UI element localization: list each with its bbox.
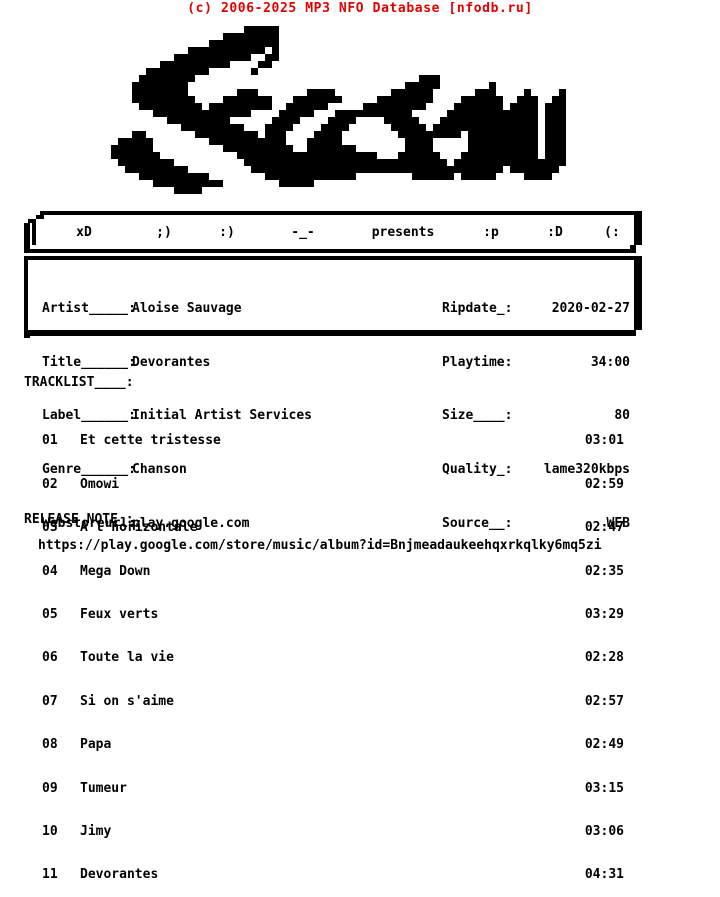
value-artist: Aloise Sauvage xyxy=(132,301,242,317)
track-title: Tumeur xyxy=(80,780,127,796)
presents-label: presents xyxy=(371,224,435,240)
release-note-heading: RELEASE NOTE_: xyxy=(24,512,134,527)
table-row: 06 Toute la vie 02:28 xyxy=(24,650,642,666)
table-row: 09 Tumeur 03:15 xyxy=(24,780,642,796)
box-corner-step xyxy=(40,211,642,215)
track-number: 01 xyxy=(42,433,58,449)
track-number: 10 xyxy=(42,823,58,839)
info-box-right-border xyxy=(634,256,642,330)
table-row: 10 Jimy 03:06 xyxy=(24,823,642,839)
track-duration: 02:35 xyxy=(584,563,624,579)
sceau-logo xyxy=(97,26,580,194)
box-bottom-border xyxy=(30,249,636,253)
tracklist-section: TRACKLIST____: 01 Et cette tristesse 03:… xyxy=(24,346,642,897)
table-row: 04 Mega Down 02:35 xyxy=(24,563,642,579)
track-number: 07 xyxy=(42,693,58,709)
track-duration: 03:01 xyxy=(584,433,624,449)
track-duration: 02:57 xyxy=(584,693,624,709)
emoticon-tongue: :p xyxy=(483,224,499,240)
track-title: Mega Down xyxy=(80,563,151,579)
emoticon-wink: ;) xyxy=(156,224,172,240)
track-duration: 03:29 xyxy=(584,606,624,622)
track-number: 05 xyxy=(42,606,58,622)
track-number: 02 xyxy=(42,476,58,492)
track-number: 04 xyxy=(42,563,58,579)
label-ripdate: Ripdate_: xyxy=(442,301,513,317)
value-ripdate: 2020-02-27 xyxy=(551,301,630,317)
emoticon-lsmile: (: xyxy=(604,224,620,240)
emoticon-smile: :) xyxy=(219,224,235,240)
sceau-logo-svg xyxy=(111,26,566,194)
track-number: 09 xyxy=(42,780,58,796)
presents-emoticon-row: xD ;) :) -_- presents :p :D (: xyxy=(36,219,638,245)
table-row: 02 Omowi 02:59 xyxy=(24,476,642,492)
emoticon-grin: :D xyxy=(547,224,563,240)
track-duration: 03:15 xyxy=(584,780,624,796)
track-title: A l'horizontale xyxy=(80,520,198,536)
track-duration: 02:28 xyxy=(584,650,624,666)
nfo-database-copyright: (c) 2006-2025 MP3 NFO Database [nfodb.ru… xyxy=(187,1,533,16)
track-number: 06 xyxy=(42,650,58,666)
track-title: Devorantes xyxy=(80,867,159,883)
track-title: Omowi xyxy=(80,476,120,492)
track-number: 08 xyxy=(42,737,58,753)
table-row: 07 Si on s'aime 02:57 xyxy=(24,693,642,709)
track-title: Papa xyxy=(80,737,112,753)
track-title: Et cette tristesse xyxy=(80,433,221,449)
info-row-artist-ripdate: Artist_____: Aloise Sauvage Ripdate_: 20… xyxy=(28,301,634,317)
track-title: Toute la vie xyxy=(80,650,174,666)
track-title: Feux verts xyxy=(80,606,159,622)
table-row: 08 Papa 02:49 xyxy=(24,737,642,753)
track-duration: 02:49 xyxy=(584,737,624,753)
table-row: 05 Feux verts 03:29 xyxy=(24,606,642,622)
release-info-box: Artist_____: Aloise Sauvage Ripdate_: 20… xyxy=(24,256,642,530)
tracklist-heading: TRACKLIST____: xyxy=(24,375,134,390)
track-duration: 02:47 xyxy=(584,520,624,536)
presents-bar-inner: xD ;) :) -_- presents :p :D (: xyxy=(32,219,634,245)
track-duration: 04:31 xyxy=(584,867,624,883)
track-title: Si on s'aime xyxy=(80,693,174,709)
track-duration: 02:59 xyxy=(584,476,624,492)
logo-area xyxy=(0,26,720,194)
table-row: 11 Devorantes 04:31 xyxy=(24,867,642,883)
emoticon-xd: xD xyxy=(76,224,92,240)
release-info-inner: Artist_____: Aloise Sauvage Ripdate_: 20… xyxy=(28,260,634,530)
track-duration: 03:06 xyxy=(584,823,624,839)
emoticon-meh: -_- xyxy=(291,224,315,240)
track-number: 11 xyxy=(42,867,58,883)
label-artist: Artist_____: xyxy=(42,301,136,317)
table-row: 01 Et cette tristesse 03:01 xyxy=(24,433,642,449)
presents-bar: xD ;) :) -_- presents :p :D (: xyxy=(24,211,642,253)
track-title: Jimy xyxy=(80,823,112,839)
release-note-url: https://play.google.com/store/music/albu… xyxy=(38,538,602,553)
